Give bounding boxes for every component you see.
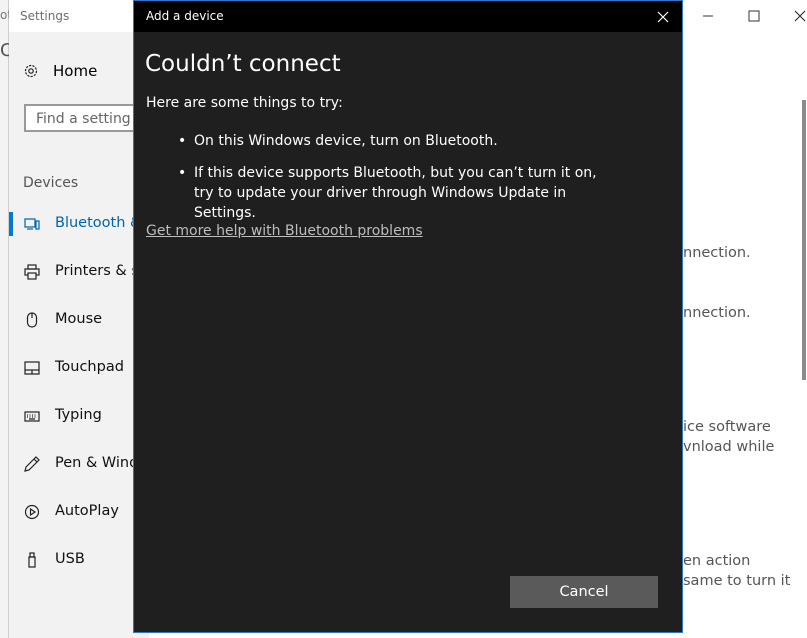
close-icon [794, 10, 806, 22]
settings-sidebar: Home Find a setting Devices Bluetooth & … [9, 32, 154, 638]
bluetooth-devices-icon [24, 216, 40, 232]
sidebar-item-autoplay[interactable]: AutoPlay [9, 497, 149, 527]
background-window-edge: ot C [0, 0, 13, 638]
add-device-dialog: Add a device Couldn’t connect Here are s… [133, 0, 683, 633]
mouse-icon [24, 312, 40, 328]
dialog-titlebar[interactable]: Add a device [134, 1, 682, 32]
sidebar-item-pen[interactable]: Pen & Windows Ink [9, 449, 149, 479]
list-item: If this device supports Bluetooth, but y… [174, 163, 614, 223]
sidebar-item-typing[interactable]: Typing [9, 401, 149, 431]
content-scrollbar[interactable] [802, 100, 806, 380]
tips-list: On this Windows device, turn on Bluetoot… [174, 131, 614, 235]
content-text-fragment: nnection. [683, 305, 751, 321]
keyboard-icon [24, 408, 40, 424]
sidebar-item-label: USB [55, 551, 85, 567]
bluetooth-help-link[interactable]: Get more help with Bluetooth problems [146, 223, 423, 239]
usb-icon [24, 552, 40, 568]
sidebar-item-mouse[interactable]: Mouse [9, 305, 149, 335]
cancel-button[interactable]: Cancel [510, 576, 658, 608]
sidebar-item-usb[interactable]: USB [9, 545, 149, 575]
dialog-close-button[interactable] [644, 1, 682, 32]
settings-title: Settings [20, 9, 70, 23]
autoplay-icon [24, 504, 40, 520]
maximize-button[interactable] [731, 0, 777, 32]
content-text-fragment: ice software [683, 419, 771, 435]
dialog-intro: Here are some things to try: [146, 95, 343, 111]
sidebar-item-label: AutoPlay [55, 503, 119, 519]
devices-section-header: Devices [23, 175, 79, 191]
minimize-button[interactable] [685, 0, 731, 32]
content-text-fragment: nnection. [683, 245, 751, 261]
sidebar-item-label: Mouse [55, 311, 103, 327]
sidebar-item-bluetooth[interactable]: Bluetooth & other devices [9, 209, 149, 239]
close-button[interactable] [777, 0, 807, 32]
minimize-icon [703, 15, 713, 17]
maximize-icon [748, 10, 760, 22]
dialog-title: Add a device [146, 9, 224, 23]
close-icon [657, 11, 669, 22]
content-text-fragment: same to turn it [683, 573, 791, 589]
home-nav-item[interactable]: Home [23, 62, 97, 80]
content-text-fragment: en action [683, 553, 751, 569]
sidebar-item-label: Typing [55, 407, 102, 423]
printer-icon [24, 264, 40, 280]
content-text-fragment: vnload while [683, 439, 775, 455]
gear-icon [24, 64, 38, 78]
sidebar-item-printers[interactable]: Printers & scanners [9, 257, 149, 287]
touchpad-icon [24, 360, 40, 376]
list-item: On this Windows device, turn on Bluetoot… [174, 131, 614, 151]
dialog-heading: Couldn’t connect [145, 51, 341, 77]
home-label: Home [53, 62, 98, 80]
search-placeholder: Find a setting [36, 111, 131, 127]
pen-icon [24, 456, 40, 472]
sidebar-item-touchpad[interactable]: Touchpad [9, 353, 149, 383]
sidebar-item-label: Touchpad [55, 359, 124, 375]
